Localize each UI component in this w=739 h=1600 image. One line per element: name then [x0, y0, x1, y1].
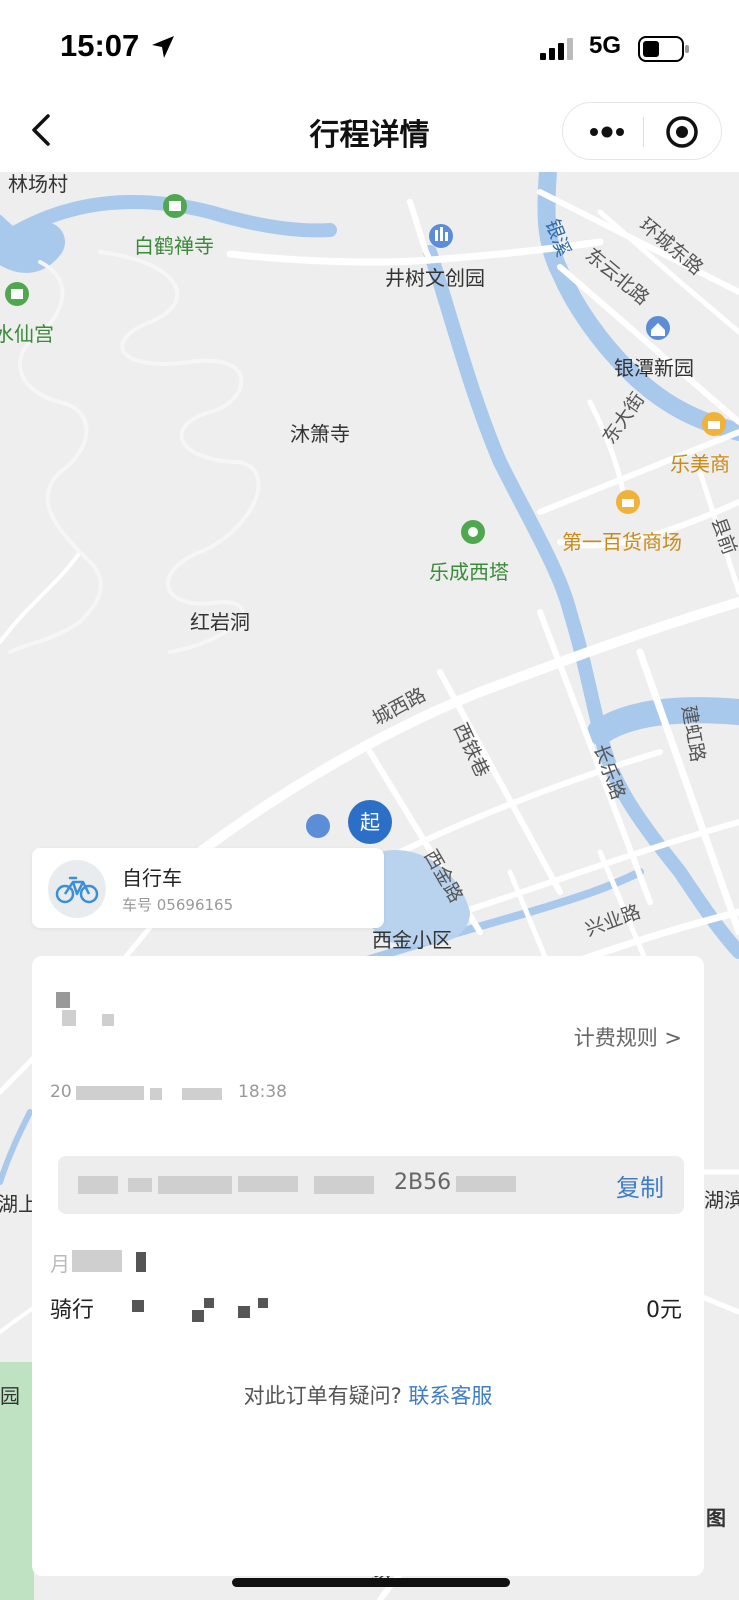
- redacted-block: [150, 1088, 162, 1100]
- battery-icon: [638, 36, 689, 62]
- ride-fee-label: 骑行: [50, 1298, 95, 1323]
- map-label-muxiao: 沐箫寺: [290, 422, 350, 446]
- redacted-block: [182, 1088, 222, 1100]
- redacted-block: [238, 1306, 250, 1318]
- ride-fee-value: 0元: [646, 1298, 682, 1323]
- redacted-block: [56, 992, 70, 1008]
- redacted-block: [238, 1176, 298, 1192]
- redacted-block: [72, 1250, 122, 1272]
- redacted-block: [102, 1014, 114, 1026]
- trip-time-suffix: 18:38: [238, 1082, 287, 1102]
- redacted-block: [456, 1176, 516, 1192]
- map-label-xijin-area: 西金小区: [372, 928, 452, 952]
- question-text: 对此订单有疑问?: [243, 1384, 402, 1408]
- bike-card: 自行车 车号 05696165: [32, 848, 384, 928]
- signal-icon: [540, 38, 573, 60]
- map-label-lemei: 乐美商: [670, 452, 730, 476]
- home-indicator[interactable]: [232, 1578, 510, 1587]
- bike-avatar: [48, 860, 106, 918]
- redacted-block: [128, 1178, 152, 1192]
- trip-detail-card: 计费规则 > 20 18:38 2B56 复制 月 骑行 0元 对此订单有疑问?…: [32, 956, 704, 1576]
- redacted-block: [258, 1298, 268, 1308]
- redacted-block: [78, 1176, 118, 1194]
- copy-button[interactable]: 复制: [616, 1168, 664, 1203]
- redacted-block: [158, 1176, 232, 1194]
- start-marker-label: 起: [360, 810, 380, 834]
- trip-time-prefix: 20: [50, 1082, 72, 1102]
- location-arrow-icon: [152, 36, 174, 58]
- bike-plate: 车号 05696165: [122, 896, 234, 914]
- map-label-xianggong: 水仙宫: [0, 322, 54, 346]
- help-line: 对此订单有疑问? 联系客服: [32, 1380, 704, 1410]
- bicycle-icon: [55, 876, 99, 904]
- order-number-fragment: 2B56: [394, 1170, 452, 1195]
- info-label-fragment: 月: [50, 1252, 70, 1276]
- order-number-box: 2B56 复制: [58, 1156, 684, 1214]
- map-label-yuan-left: 园: [0, 1384, 20, 1408]
- close-target-icon[interactable]: [665, 115, 699, 149]
- fare-rule-link[interactable]: 计费规则 >: [574, 1022, 682, 1052]
- map-label-yintan: 银潭新园: [614, 356, 694, 380]
- capsule-divider: [643, 117, 644, 147]
- redacted-block: [192, 1310, 204, 1322]
- status-bar: 15:07 5G: [0, 0, 739, 96]
- network-label: 5G: [589, 32, 622, 59]
- start-marker[interactable]: 起: [348, 800, 392, 844]
- redacted-block: [132, 1300, 144, 1312]
- redacted-block: [314, 1176, 374, 1194]
- more-icon[interactable]: [585, 117, 629, 147]
- redacted-block: [136, 1252, 146, 1272]
- map-label-lecheng: 乐成西塔: [429, 560, 509, 584]
- map-label-baihe: 白鹤禅寺: [134, 234, 214, 258]
- map-label-hu-right: 湖滨: [704, 1188, 739, 1212]
- bike-type: 自行车: [122, 866, 182, 890]
- map-label-hongyan: 红岩洞: [190, 610, 250, 634]
- map-label-jingshu: 井树文创园: [385, 266, 485, 290]
- contact-support-link[interactable]: 联系客服: [408, 1384, 492, 1408]
- status-time: 15:07: [60, 28, 140, 63]
- map-label-linchang: 林场村: [8, 172, 68, 196]
- redacted-block: [76, 1086, 144, 1100]
- mini-program-capsule: [562, 102, 722, 160]
- map-label-diyi: 第一百货商场: [562, 530, 682, 554]
- map-label-tu: 图: [706, 1506, 726, 1530]
- redacted-block: [204, 1298, 214, 1308]
- redacted-block: [62, 1010, 76, 1026]
- nav-bar: 行程详情: [0, 96, 739, 172]
